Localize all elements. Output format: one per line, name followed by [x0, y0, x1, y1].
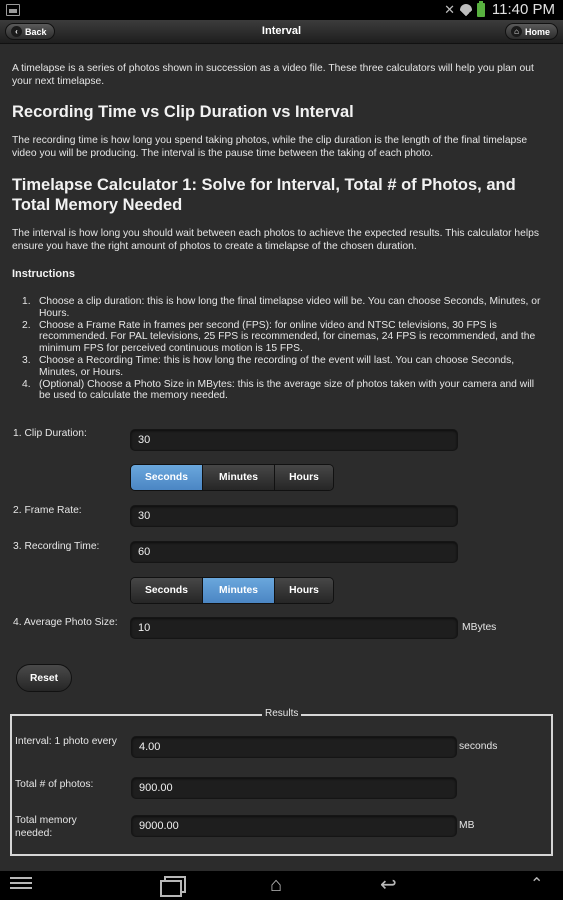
photo-size-label: 4. Average Photo Size: [13, 617, 118, 628]
photo-size-unit: MBytes [462, 622, 497, 633]
page-title: Interval [261, 25, 302, 37]
status-bar: ✕ 11:40 PM [0, 0, 563, 20]
system-navigation-bar: ⌂ ↩ ⌃ [0, 871, 563, 900]
interval-result-unit: seconds [459, 741, 498, 752]
section-heading-recording-time: Recording Time vs Clip Duration vs Inter… [12, 103, 354, 121]
recording-time-minutes-button[interactable]: Minutes [203, 578, 275, 603]
reset-button[interactable]: Reset [16, 664, 72, 692]
clip-duration-label: 1. Clip Duration: [13, 428, 87, 439]
battery-icon [477, 1, 485, 17]
instructions-list: 1. Choose a clip duration: this is how lo… [22, 296, 542, 402]
menu-icon[interactable] [10, 877, 32, 893]
recording-time-hours-button[interactable]: Hours [275, 578, 333, 603]
section-text-calculator-1: The interval is how long you should wait… [12, 228, 539, 252]
list-item: 1. Choose a clip duration: this is how lo… [22, 296, 541, 319]
app-header: ‹ Back Interval ⌂ Home [0, 20, 563, 44]
back-nav-icon[interactable]: ↩ [380, 875, 397, 895]
intro-text: A timelapse is a series of photos shown … [12, 63, 534, 87]
clip-duration-input[interactable]: 30 [130, 429, 458, 451]
results-legend: Results [262, 708, 302, 719]
chevron-up-icon[interactable]: ⌃ [530, 876, 543, 894]
recording-time-unit-selector: Seconds Minutes Hours [130, 577, 334, 604]
total-memory-unit: MB [459, 820, 475, 831]
instructions-heading: Instructions [12, 268, 75, 280]
recent-apps-icon[interactable] [160, 876, 186, 897]
notification-image-icon [6, 4, 20, 16]
total-photos-label: Total # of photos: [15, 779, 94, 790]
home-button-label: Home [524, 26, 550, 37]
clip-duration-seconds-button[interactable]: Seconds [131, 465, 203, 490]
photo-size-input[interactable]: 10 [130, 617, 458, 639]
clock: 11:40 PM [491, 1, 555, 18]
content-area[interactable]: A timelapse is a series of photos shown … [0, 45, 563, 871]
total-photos-field: 900.00 [131, 777, 457, 799]
mute-icon: ✕ [444, 2, 455, 17]
recording-time-seconds-button[interactable]: Seconds [131, 578, 203, 603]
home-nav-icon[interactable]: ⌂ [270, 875, 282, 895]
interval-result-label: Interval: 1 photo every [15, 736, 117, 747]
house-icon: ⌂ [510, 26, 522, 37]
frame-rate-input[interactable]: 30 [130, 505, 458, 527]
interval-result-field: 4.00 [131, 736, 457, 758]
list-item: 3. Choose a Recording Time: this is how l… [22, 354, 515, 378]
recording-time-input[interactable]: 60 [130, 541, 458, 563]
home-button[interactable]: ⌂ Home [504, 23, 558, 40]
list-item: 4. (Optional) Choose a Photo Size in MByt… [22, 378, 535, 402]
wifi-icon [459, 3, 473, 17]
list-item: 2. Choose a Frame Rate in frames per seco… [22, 319, 536, 355]
section-text-recording-time: The recording time is how long you spend… [12, 135, 528, 159]
clip-duration-unit-selector: Seconds Minutes Hours [130, 464, 334, 491]
clip-duration-hours-button[interactable]: Hours [275, 465, 333, 490]
recording-time-label: 3. Recording Time: [13, 541, 100, 552]
frame-rate-label: 2. Frame Rate: [13, 505, 82, 516]
total-memory-label: Total memory needed: [15, 815, 77, 839]
status-icons: ✕ [444, 1, 485, 18]
results-panel: Results Interval: 1 photo every 4.00 sec… [10, 708, 553, 856]
clip-duration-minutes-button[interactable]: Minutes [203, 465, 275, 490]
total-memory-field: 9000.00 [131, 815, 457, 837]
section-heading-calculator-1: Timelapse Calculator 1: Solve for Interv… [12, 176, 516, 214]
